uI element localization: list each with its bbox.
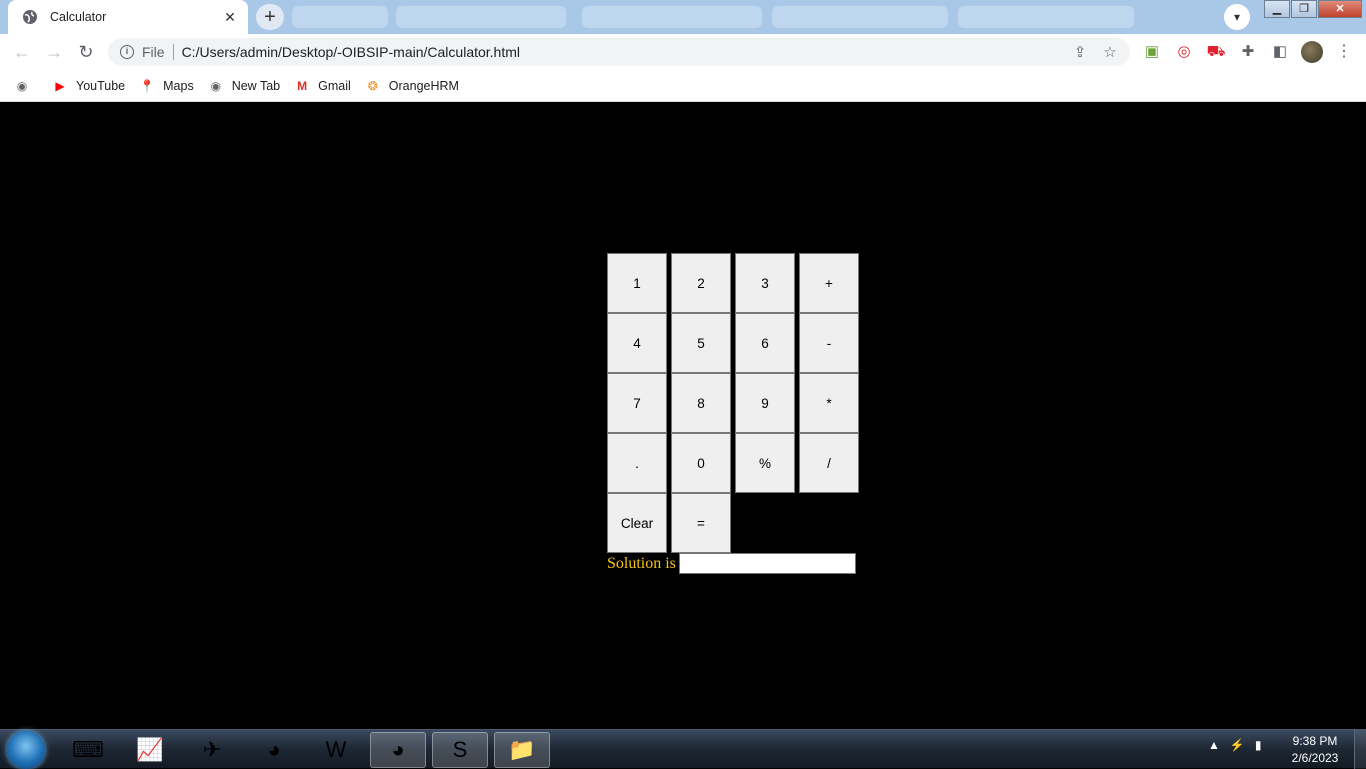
key-5-button[interactable]: 5 xyxy=(671,313,731,373)
power-icon[interactable]: ⚡ xyxy=(1230,738,1245,752)
tab-strip: Calculator ✕ + ▾ ▁ ❐ ✕ xyxy=(0,0,1366,34)
address-bar[interactable]: i File C:/Users/admin/Desktop/-OIBSIP-ma… xyxy=(108,38,1130,66)
telegram-icon[interactable]: ✈ xyxy=(184,732,240,768)
extension-green-icon[interactable]: ▣ xyxy=(1142,42,1162,62)
key-2-button[interactable]: 2 xyxy=(671,253,731,313)
clock-date: 2/6/2023 xyxy=(1291,751,1339,765)
key-percent-button[interactable]: % xyxy=(735,433,795,493)
url-text[interactable]: C:/Users/admin/Desktop/-OIBSIP-main/Calc… xyxy=(182,44,1070,60)
bookmark-label: YouTube xyxy=(76,78,126,93)
word-icon[interactable]: W xyxy=(308,732,364,768)
solution-output-field[interactable] xyxy=(678,553,856,574)
restore-button[interactable]: ❐ xyxy=(1291,0,1317,18)
key-plus-button[interactable]: + xyxy=(799,253,859,313)
bookmarks-bar: ◉ ▶ YouTube 📍 Maps ◉ New Tab M Gmail ❂ O… xyxy=(0,70,1366,102)
key-1-button[interactable]: 1 xyxy=(607,253,667,313)
window-controls: ▁ ❐ ✕ xyxy=(1263,0,1362,18)
key-decimal-button[interactable]: . xyxy=(607,433,667,493)
globe-icon: ◉ xyxy=(210,78,221,93)
reload-icon[interactable]: ↻ xyxy=(76,42,96,62)
info-icon[interactable]: i xyxy=(120,45,134,59)
sublime-text-icon[interactable]: S xyxy=(432,732,488,768)
background-tab[interactable] xyxy=(958,6,1134,28)
orangehrm-icon: ❂ xyxy=(367,78,378,93)
key-6-button[interactable]: 6 xyxy=(735,313,795,373)
extensions-puzzle-icon[interactable]: ✚ xyxy=(1238,42,1258,62)
windows-taskbar: ⌨ 📈 ✈ ◕ W ◕ S 📁 ▲ ⚡ ▮ 9:38 PM 2/6/2023 xyxy=(0,729,1366,769)
share-icon[interactable]: ⇪ xyxy=(1070,43,1090,61)
forward-arrow-icon[interactable]: → xyxy=(44,42,64,62)
page-content: 1 2 3 + 4 5 6 - 7 8 9 * . 0 % / Clear = … xyxy=(0,103,1366,729)
chrome-active-icon[interactable]: ◕ xyxy=(370,732,426,768)
key-minus-button[interactable]: - xyxy=(799,313,859,373)
system-tray: ▲ ⚡ ▮ xyxy=(1208,738,1271,752)
url-scheme-label: File xyxy=(142,44,165,60)
tab-title: Calculator xyxy=(50,10,107,24)
background-tab[interactable] xyxy=(292,6,388,28)
window-close-button[interactable]: ✕ xyxy=(1318,0,1362,18)
tab-calculator[interactable]: Calculator ✕ xyxy=(8,0,248,34)
key-3-button[interactable]: 3 xyxy=(735,253,795,313)
extension-cart-icon[interactable]: ⛟ xyxy=(1206,42,1226,62)
maps-pin-icon: 📍 xyxy=(139,78,155,93)
kebab-menu-icon[interactable]: ⋮ xyxy=(1336,42,1352,62)
clear-button[interactable]: Clear xyxy=(607,493,667,553)
side-panel-icon[interactable]: ◧ xyxy=(1270,42,1290,62)
tab-close-icon[interactable]: ✕ xyxy=(222,9,238,25)
minimize-button[interactable]: ▁ xyxy=(1264,0,1290,18)
background-tab[interactable] xyxy=(582,6,762,28)
key-4-button[interactable]: 4 xyxy=(607,313,667,373)
calculator: 1 2 3 + 4 5 6 - 7 8 9 * . 0 % / Clear = xyxy=(607,253,859,553)
bookmark-gmail[interactable]: M Gmail xyxy=(294,78,351,94)
background-tab[interactable] xyxy=(396,6,566,28)
chrome-profile-icon[interactable]: ◕ xyxy=(246,732,302,768)
equals-button[interactable]: = xyxy=(671,493,731,553)
bookmark-label: OrangeHRM xyxy=(388,78,459,93)
key-0-button[interactable]: 0 xyxy=(671,433,731,493)
background-tab[interactable] xyxy=(772,6,948,28)
key-8-button[interactable]: 8 xyxy=(671,373,731,433)
bookmark-star-icon[interactable]: ☆ xyxy=(1100,43,1120,61)
bookmark-youtube[interactable]: ▶ YouTube xyxy=(52,78,125,94)
extension-red-icon[interactable]: ◎ xyxy=(1174,42,1194,62)
globe-icon xyxy=(23,10,37,24)
browser-toolbar: ← → ↻ i File C:/Users/admin/Desktop/-OIB… xyxy=(0,34,1366,70)
task-manager-icon[interactable]: 📈 xyxy=(122,732,178,768)
on-screen-keyboard-icon[interactable]: ⌨ xyxy=(60,732,116,768)
bookmark-label: New Tab xyxy=(231,78,281,93)
youtube-icon: ▶ xyxy=(55,78,65,93)
gmail-icon: M xyxy=(297,78,308,93)
solution-row: Solution is xyxy=(607,553,856,574)
bookmark-maps[interactable]: 📍 Maps xyxy=(139,78,194,94)
key-divide-button[interactable]: / xyxy=(799,433,859,493)
bookmark-orangehrm[interactable]: ❂ OrangeHRM xyxy=(365,78,459,94)
start-button[interactable] xyxy=(7,731,45,769)
bookmark-new-tab[interactable]: ◉ New Tab xyxy=(208,78,280,94)
clock-time: 9:38 PM xyxy=(1292,734,1338,748)
calculator-keypad: 1 2 3 + 4 5 6 - 7 8 9 * . 0 % / Clear = xyxy=(607,253,859,553)
bookmark-label: Gmail xyxy=(318,78,351,93)
key-multiply-button[interactable]: * xyxy=(799,373,859,433)
new-tab-button[interactable]: + xyxy=(256,4,284,30)
apps-globe-icon[interactable]: ◉ xyxy=(14,78,38,94)
profile-avatar[interactable] xyxy=(1301,41,1323,63)
key-7-button[interactable]: 7 xyxy=(607,373,667,433)
solution-label: Solution is xyxy=(607,554,676,572)
divider xyxy=(172,44,174,60)
tab-search-chevron-icon[interactable]: ▾ xyxy=(1224,4,1250,30)
key-9-button[interactable]: 9 xyxy=(735,373,795,433)
network-signal-icon[interactable]: ▮ xyxy=(1255,738,1262,752)
tray-expand-icon[interactable]: ▲ xyxy=(1208,738,1220,752)
file-explorer-icon[interactable]: 📁 xyxy=(494,732,550,768)
bookmark-label: Maps xyxy=(163,78,194,93)
back-arrow-icon[interactable]: ← xyxy=(12,42,32,62)
show-desktop-button[interactable] xyxy=(1354,730,1366,769)
clock[interactable]: 9:38 PM 2/6/2023 xyxy=(1284,733,1346,767)
